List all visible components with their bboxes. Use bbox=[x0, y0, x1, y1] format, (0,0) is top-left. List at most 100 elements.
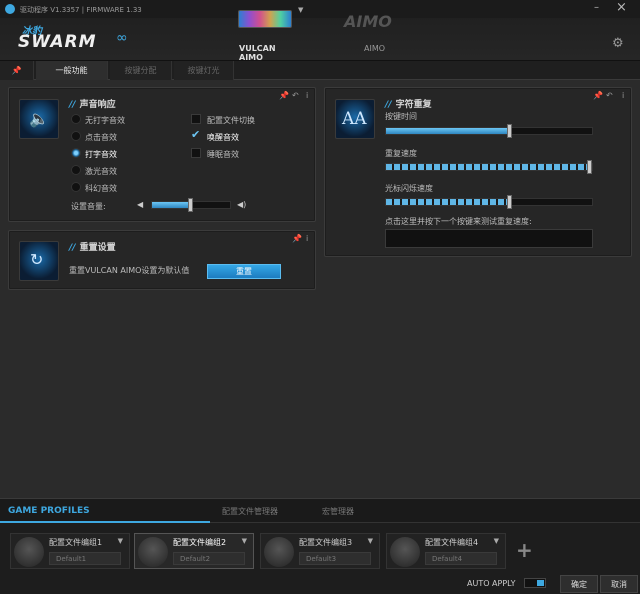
font-icon: AA bbox=[335, 99, 375, 139]
test-label: 点击这里并按下一个按键来测试重复速度: bbox=[385, 217, 532, 226]
checkbox-label: 唤醒音效 bbox=[207, 133, 239, 142]
checkbox-sleep-sound[interactable] bbox=[191, 148, 201, 158]
volume-slider-thumb[interactable] bbox=[188, 198, 193, 212]
reset-icon: ↻ bbox=[19, 241, 59, 281]
radio-laser-sound[interactable] bbox=[71, 165, 81, 175]
rate-slider-thumb[interactable] bbox=[587, 160, 592, 174]
swarm-logo-icon: ∞ bbox=[116, 30, 128, 46]
profile-dropdown-icon[interactable]: ▼ bbox=[494, 537, 499, 545]
info-icon[interactable]: i bbox=[622, 91, 624, 100]
radio-label: 无打字音效 bbox=[85, 116, 125, 125]
profile-avatar-icon bbox=[264, 537, 294, 567]
profile-avatar-icon bbox=[138, 537, 168, 567]
rate-label: 重复速度 bbox=[385, 149, 417, 158]
radio-label: 科幻音效 bbox=[85, 184, 117, 193]
reset-panel-title: //重置设置 bbox=[69, 243, 116, 253]
rate-slider-fill bbox=[386, 164, 592, 170]
volume-label: 设置音量: bbox=[71, 202, 106, 211]
device-label: AIMO bbox=[364, 44, 386, 53]
cursor-slider[interactable] bbox=[385, 195, 593, 209]
volume-high-icon: ◀) bbox=[237, 200, 247, 209]
tab-general[interactable]: 一般功能 bbox=[36, 61, 108, 80]
pin-icon[interactable]: 📌 bbox=[292, 234, 302, 243]
cursor-label: 光标闪烁速度 bbox=[385, 184, 433, 193]
profile-default: Default4 bbox=[425, 552, 497, 565]
keyboard-icon bbox=[238, 10, 292, 28]
driver-version: 驱动程序 V1.3357 | FIRMWARE 1.33 bbox=[20, 6, 142, 14]
sound-panel-title: //声音响应 bbox=[69, 100, 116, 110]
cancel-button[interactable]: 取消 bbox=[600, 575, 638, 593]
close-button[interactable]: × bbox=[616, 0, 627, 15]
device-aimo[interactable]: AIMO AIMO bbox=[340, 4, 410, 54]
auto-apply-label: AUTO APPLY bbox=[467, 579, 516, 588]
profile-default: Default1 bbox=[49, 552, 121, 565]
tab-profile-manager[interactable]: 配置文件管理器 bbox=[222, 506, 278, 517]
radio-label: 点击音效 bbox=[85, 133, 117, 142]
pin-tab-icon[interactable]: 📌 bbox=[0, 61, 34, 80]
profile-name: 配置文件编组4 bbox=[425, 538, 479, 547]
titlebar: 驱动程序 V1.3357 | FIRMWARE 1.33 – × bbox=[0, 0, 640, 18]
minimize-button[interactable]: – bbox=[594, 2, 599, 13]
device-vulcan-aimo[interactable]: ▼ VULCAN AIMO bbox=[230, 4, 303, 62]
reset-panel-icon[interactable]: ↶ bbox=[606, 91, 613, 100]
repeat-test-input[interactable] bbox=[385, 229, 593, 248]
pin-icon[interactable]: 📌 bbox=[279, 91, 289, 100]
radio-label: 打字音效 bbox=[85, 150, 117, 159]
tab-macro-manager[interactable]: 宏管理器 bbox=[322, 506, 354, 517]
auto-apply-toggle[interactable] bbox=[524, 578, 546, 588]
char-panel-title: //字符重复 bbox=[385, 100, 432, 110]
char-repeat-panel: 📌 ↶ i AA //字符重复 按键时间 重复速度 光标闪烁速度 点击这里并按下… bbox=[324, 87, 632, 257]
checkbox-wake-sound[interactable]: ✔ bbox=[191, 128, 201, 141]
tab-key-light[interactable]: 按键灯光 bbox=[174, 61, 234, 80]
reset-panel: 📌 i ↻ //重置设置 重置VULCAN AIMO设置为默认值 重置 bbox=[8, 230, 316, 290]
profile-dropdown-icon[interactable]: ▼ bbox=[118, 537, 123, 545]
tab-bar: 📌 一般功能 按键分配 按键灯光 bbox=[0, 60, 640, 80]
toggle-knob bbox=[537, 580, 544, 586]
profile-slot-3[interactable]: 配置文件编组3 ▼ Default3 bbox=[260, 533, 380, 569]
delay-slider-thumb[interactable] bbox=[506, 124, 512, 138]
logo-en: SWARM bbox=[18, 32, 97, 52]
delay-label: 按键时间 bbox=[385, 112, 417, 121]
aimo-brand: AIMO bbox=[344, 12, 392, 31]
checkbox-label: 配置文件切换 bbox=[207, 116, 255, 125]
radio-no-sound[interactable] bbox=[71, 114, 81, 124]
reset-button[interactable]: 重置 bbox=[207, 264, 281, 279]
reset-panel-icon[interactable]: ↶ bbox=[292, 91, 299, 100]
reset-description: 重置VULCAN AIMO设置为默认值 bbox=[69, 266, 190, 275]
volume-slider-fill bbox=[152, 202, 191, 208]
profile-slot-2[interactable]: 配置文件编组2 ▼ Default2 bbox=[134, 533, 254, 569]
profile-dropdown-icon[interactable]: ▼ bbox=[242, 537, 247, 545]
app-icon bbox=[5, 4, 15, 14]
radio-scifi-sound[interactable] bbox=[71, 182, 81, 192]
sound-panel: 📌 ↶ i 🔈 //声音响应 无打字音效 点击音效 打字音效 激光音效 科幻音效… bbox=[8, 87, 316, 222]
delay-slider-fill bbox=[386, 128, 510, 134]
speaker-icon: 🔈 bbox=[19, 99, 59, 139]
ok-button[interactable]: 确定 bbox=[560, 575, 598, 593]
rate-slider[interactable] bbox=[385, 160, 593, 174]
checkbox-label: 睡眠音效 bbox=[207, 150, 239, 159]
profiles-tab-strip bbox=[0, 499, 640, 523]
profile-name: 配置文件编组1 bbox=[49, 538, 103, 547]
profile-default: Default3 bbox=[299, 552, 371, 565]
game-profiles-title[interactable]: GAME PROFILES bbox=[8, 506, 90, 516]
volume-slider[interactable] bbox=[151, 198, 231, 212]
settings-gear-icon[interactable]: ⚙ bbox=[612, 36, 624, 51]
profile-default: Default2 bbox=[173, 552, 245, 565]
profile-slot-4[interactable]: 配置文件编组4 ▼ Default4 bbox=[386, 533, 506, 569]
info-icon[interactable]: i bbox=[306, 91, 308, 100]
add-profile-button[interactable]: + bbox=[516, 538, 533, 562]
device-dropdown-icon[interactable]: ▼ bbox=[298, 6, 303, 14]
profile-slot-1[interactable]: 配置文件编组1 ▼ Default1 bbox=[10, 533, 130, 569]
info-icon[interactable]: i bbox=[306, 234, 308, 243]
pin-icon[interactable]: 📌 bbox=[593, 91, 603, 100]
radio-typing-sound[interactable] bbox=[71, 148, 81, 158]
radio-click-sound[interactable] bbox=[71, 131, 81, 141]
delay-slider[interactable] bbox=[385, 124, 593, 138]
profile-dropdown-icon[interactable]: ▼ bbox=[368, 537, 373, 545]
profile-avatar-icon bbox=[14, 537, 44, 567]
logo: 冰豹 SWARM ∞ bbox=[18, 22, 138, 52]
cursor-slider-thumb[interactable] bbox=[506, 195, 512, 209]
volume-low-icon: ◀ bbox=[137, 200, 144, 209]
checkbox-profile-switch[interactable] bbox=[191, 114, 201, 124]
tab-key-assign[interactable]: 按键分配 bbox=[110, 61, 172, 80]
